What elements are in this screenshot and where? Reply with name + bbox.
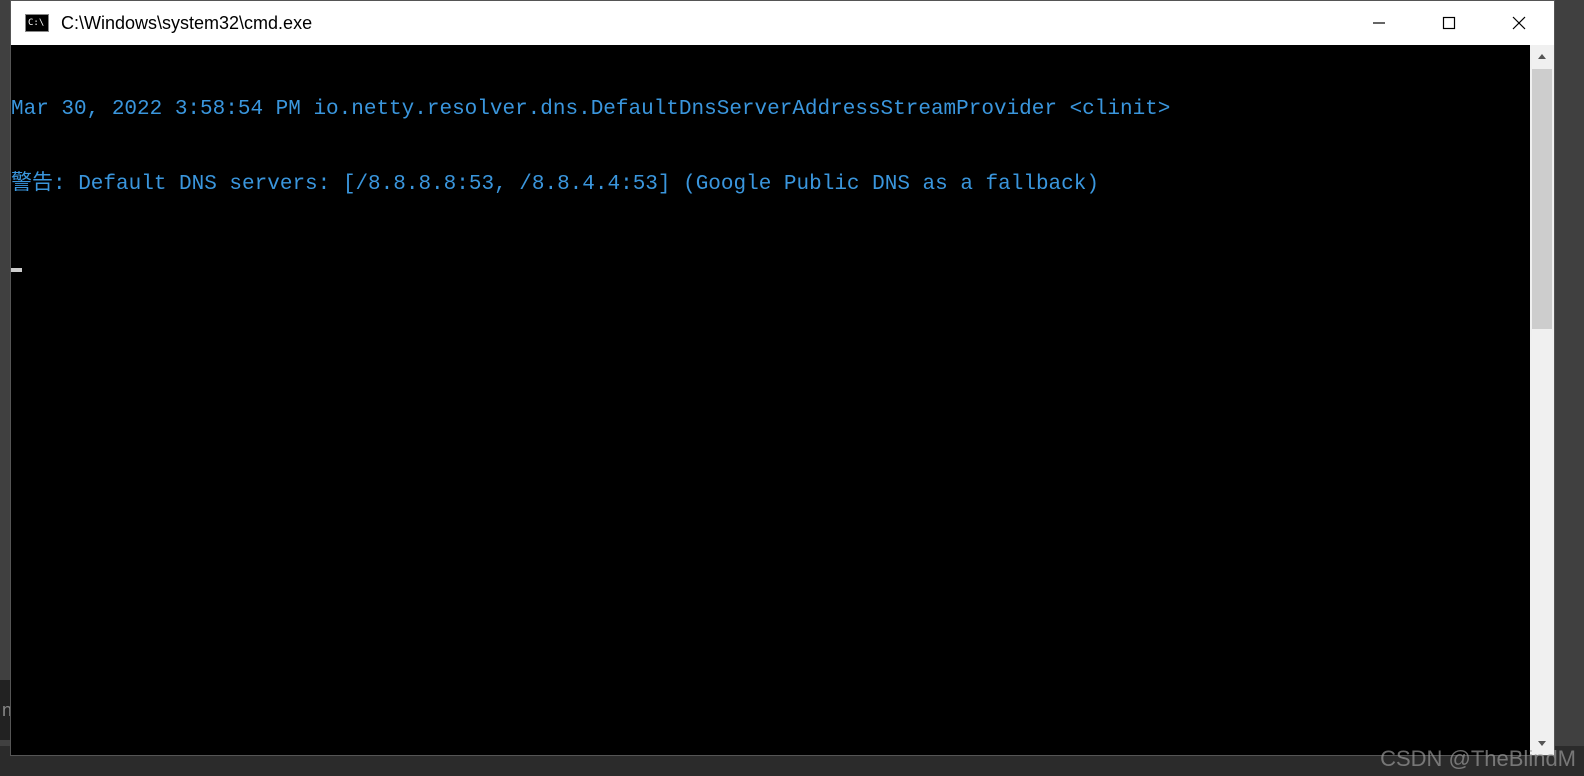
console-cursor-line <box>11 247 1530 272</box>
maximize-button[interactable] <box>1414 1 1484 45</box>
vertical-scrollbar[interactable] <box>1530 45 1554 755</box>
client-area: Mar 30, 2022 3:58:54 PM io.netty.resolve… <box>11 45 1554 755</box>
console-line: Mar 30, 2022 3:58:54 PM io.netty.resolve… <box>11 97 1530 122</box>
cursor <box>11 268 22 272</box>
scroll-up-button[interactable] <box>1530 45 1554 69</box>
scroll-down-button[interactable] <box>1530 731 1554 755</box>
cmd-icon: C:\ <box>23 12 51 34</box>
titlebar[interactable]: C:\ C:\Windows\system32\cmd.exe <box>11 1 1554 45</box>
cmd-window: C:\ C:\Windows\system32\cmd.exe Mar 30, … <box>10 0 1555 756</box>
window-title: C:\Windows\system32\cmd.exe <box>61 13 1344 34</box>
scroll-thumb[interactable] <box>1532 69 1552 329</box>
window-controls <box>1344 1 1554 45</box>
console-line: 警告: Default DNS servers: [/8.8.8.8:53, /… <box>11 172 1530 197</box>
minimize-button[interactable] <box>1344 1 1414 45</box>
console-output[interactable]: Mar 30, 2022 3:58:54 PM io.netty.resolve… <box>11 45 1530 755</box>
close-button[interactable] <box>1484 1 1554 45</box>
